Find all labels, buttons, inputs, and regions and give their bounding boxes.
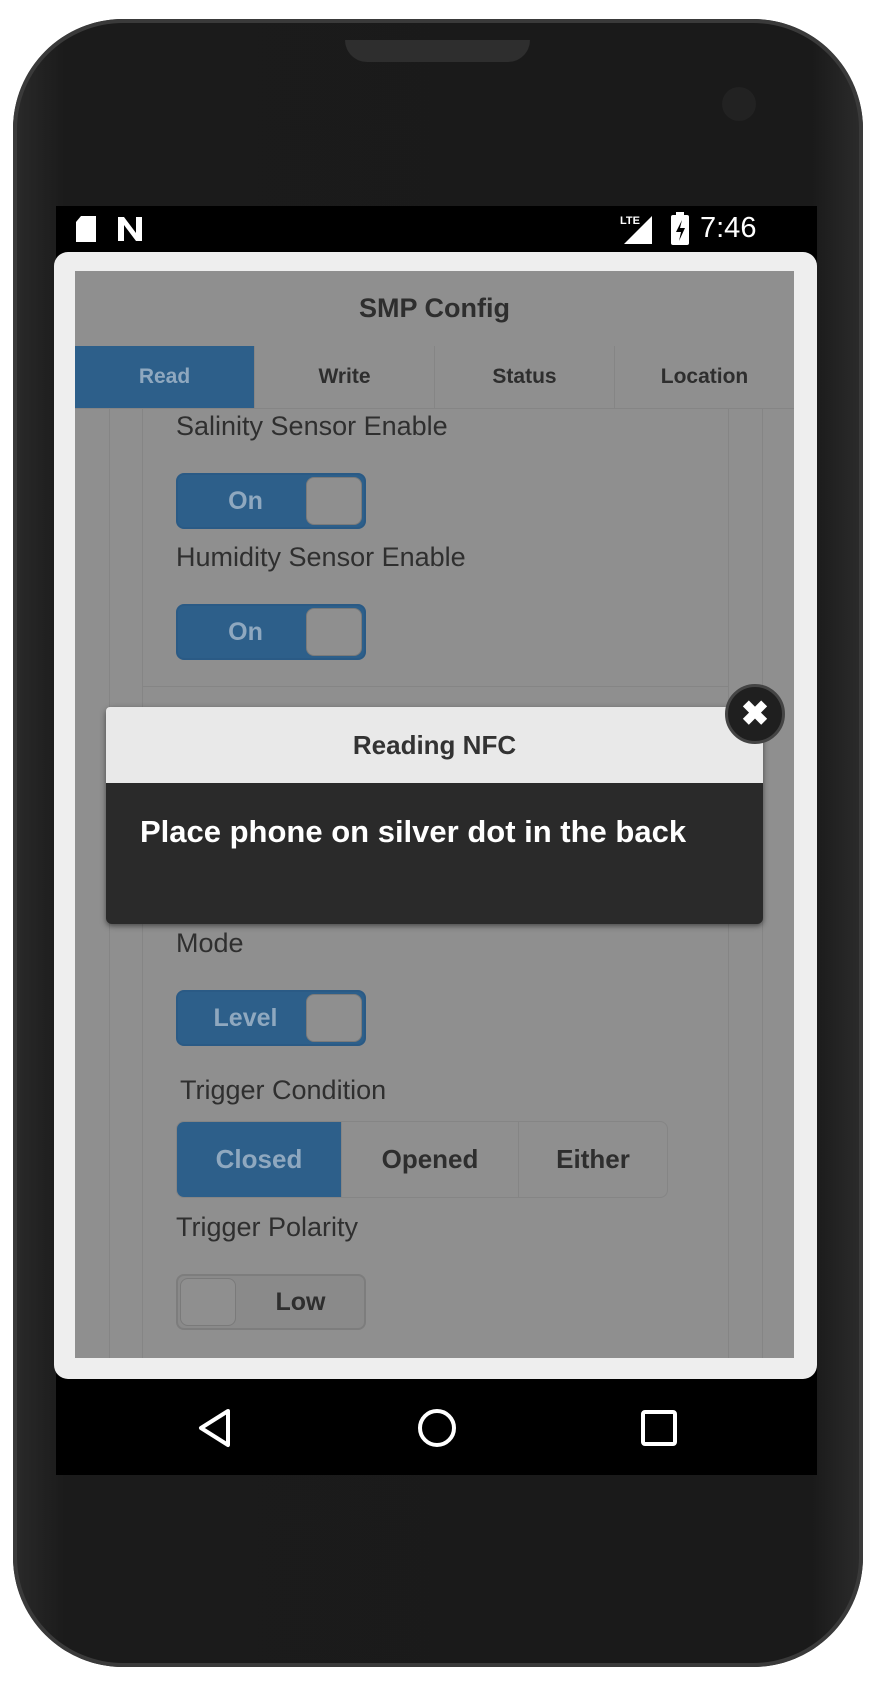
tab-write[interactable]: Write: [254, 346, 434, 408]
option-opened[interactable]: Opened: [341, 1122, 518, 1197]
toggle-knob: [306, 608, 362, 656]
toggle-text: On: [228, 486, 263, 515]
tab-location[interactable]: Location: [614, 346, 794, 408]
recents-icon[interactable]: [640, 1409, 678, 1447]
svg-text:LTE: LTE: [620, 215, 640, 227]
trigger-polarity-label: Trigger Polarity: [176, 1212, 359, 1242]
section-divider: [142, 686, 729, 687]
toggle-text: On: [228, 617, 263, 646]
back-icon[interactable]: [196, 1407, 232, 1449]
tab-read[interactable]: Read: [75, 346, 254, 408]
mode-toggle[interactable]: Level: [176, 990, 366, 1046]
option-either[interactable]: Either: [518, 1122, 667, 1197]
trigger-condition-control: Closed Opened Either: [176, 1121, 668, 1198]
home-icon[interactable]: [416, 1407, 458, 1449]
humidity-toggle[interactable]: On: [176, 604, 366, 660]
dialog-message: Place phone on silver dot in the back: [140, 814, 687, 849]
nfc-dialog: Reading NFC Place phone on silver dot in…: [106, 684, 785, 924]
page-title: SMP Config: [359, 293, 510, 323]
front-camera: [722, 87, 756, 121]
clock: 7:46: [700, 212, 757, 244]
tab-bar: Read Write Status Location: [75, 346, 794, 409]
humidity-label: Humidity Sensor Enable: [176, 542, 466, 572]
sd-card-icon: [76, 216, 96, 242]
option-closed[interactable]: Closed: [177, 1122, 341, 1197]
trigger-polarity-toggle[interactable]: Low: [176, 1274, 366, 1330]
tab-status[interactable]: Status: [434, 346, 614, 408]
battery-charging-icon: [671, 212, 689, 245]
toggle-knob: [306, 477, 362, 525]
mode-label: Mode: [176, 928, 244, 958]
salinity-label: Salinity Sensor Enable: [176, 411, 448, 441]
dialog-title: Reading NFC: [106, 707, 763, 783]
lte-signal-icon: LTE: [620, 215, 652, 244]
navigation-bar: [56, 1381, 817, 1475]
toggle-text: Level: [213, 1003, 278, 1032]
status-bar: LTE 7:46: [56, 206, 817, 252]
close-icon[interactable]: ✖: [725, 684, 785, 744]
toggle-knob: [180, 1278, 236, 1326]
trigger-condition-label: Trigger Condition: [180, 1075, 387, 1105]
n-notification-icon: [118, 217, 142, 241]
toggle-text: Low: [275, 1287, 326, 1316]
toggle-knob: [306, 994, 362, 1042]
speaker-grille: [345, 40, 530, 62]
salinity-toggle[interactable]: On: [176, 473, 366, 529]
